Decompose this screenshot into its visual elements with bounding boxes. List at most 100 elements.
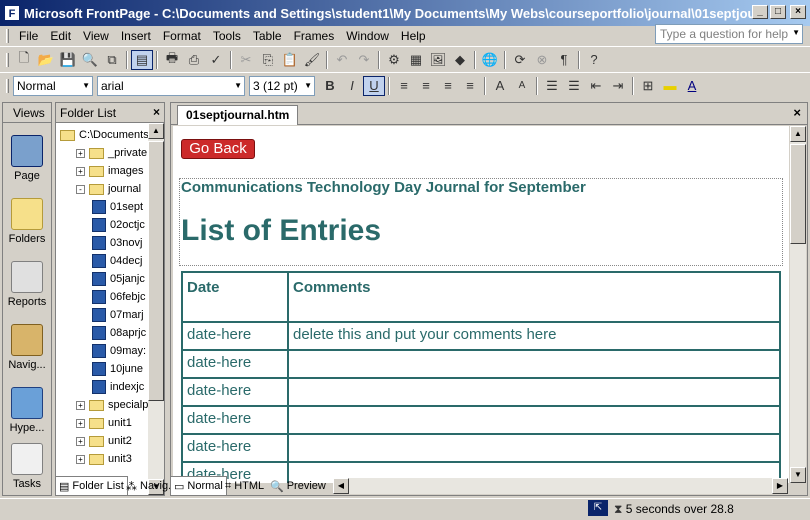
file-item[interactable]: 06febjc [92,288,145,306]
editor-horizontal-scrollbar[interactable]: ◀ ▶ [333,478,788,494]
comment-cell[interactable] [287,377,781,407]
toggle-pane-icon[interactable]: ▤ [131,49,153,70]
preview-tab[interactable]: 🔍 Preview [267,476,329,496]
expand-icon[interactable]: + [76,148,85,158]
file-item[interactable]: 02octjc [92,216,145,234]
expand-icon[interactable]: + [76,418,85,428]
scroll-thumb[interactable] [148,141,164,401]
help-search-input[interactable]: Type a question for help ▼ [655,24,803,44]
file-item[interactable]: 03novj [92,234,142,252]
search-icon[interactable]: 🔍 [79,50,101,70]
font-color-icon[interactable]: A [681,76,703,96]
chevron-down-icon[interactable]: ▼ [304,81,312,90]
redo-icon[interactable]: ↷ [353,50,375,70]
file-item[interactable]: 04decj [92,252,142,270]
html-view-tab[interactable]: ⌗ HTML [222,476,267,496]
scroll-thumb[interactable] [790,144,806,244]
menu-tools[interactable]: Tools [207,29,247,43]
chevron-down-icon[interactable]: ▼ [792,28,800,37]
expand-icon[interactable]: + [76,400,85,410]
menu-view[interactable]: View [77,29,115,43]
folder-item[interactable]: + _private [76,144,147,162]
increase-font-icon[interactable]: A [489,76,511,96]
minimize-button[interactable]: _ [752,5,768,19]
font-select[interactable]: arial ▼ [97,75,245,96]
new-page-icon[interactable]: 🗋 [13,50,35,70]
underline-icon[interactable]: U [363,75,385,96]
folder-item[interactable]: C:\Documents [60,126,149,144]
decrease-font-icon[interactable]: A [511,76,533,96]
menu-help[interactable]: Help [395,29,432,43]
folder-item[interactable]: + specialp [76,396,148,414]
column-header[interactable]: Date [181,271,289,323]
show-all-icon[interactable]: ¶ [553,50,575,70]
hyperlink-icon[interactable]: 🌐 [479,50,501,70]
menu-edit[interactable]: Edit [44,29,77,43]
scroll-down-icon[interactable]: ▼ [790,467,806,483]
refresh-icon[interactable]: ⟳ [509,50,531,70]
copy-icon[interactable]: ⎘ [257,50,279,70]
folder-scrollbar[interactable]: ▲ ▼ [148,123,164,495]
decrease-indent-icon[interactable]: ⇤ [585,76,607,96]
view-navigation-button[interactable]: Navig... [3,312,51,375]
chevron-down-icon[interactable]: ▼ [82,81,90,90]
view-tasks-button[interactable]: Tasks [3,438,51,494]
view-reports-button[interactable]: Reports [3,249,51,312]
file-item[interactable]: 07marj [92,306,144,324]
menu-file[interactable]: File [13,29,44,43]
publish-icon[interactable]: ⧉ [101,50,123,70]
comment-cell[interactable] [287,349,781,379]
highlight-icon[interactable]: ▬ [659,76,681,96]
comment-cell[interactable] [287,433,781,463]
chevron-down-icon[interactable]: ▼ [234,81,242,90]
font-size-select[interactable]: 3 (12 pt) ▼ [249,75,315,96]
go-back-button[interactable]: Go Back [181,139,255,159]
scroll-right-icon[interactable]: ▶ [772,478,788,494]
view-page-button[interactable]: Page [3,123,51,186]
menu-insert[interactable]: Insert [115,29,157,43]
close-icon[interactable]: × [793,105,801,120]
borders-icon[interactable]: ⊞ [637,76,659,96]
web-component-icon[interactable]: ⚙ [383,50,405,70]
insert-picture-icon[interactable]: 🖼 [427,50,449,70]
comment-cell[interactable]: delete this and put your comments here [287,321,781,351]
editor-vertical-scrollbar[interactable]: ▲ ▼ [790,126,806,483]
view-hyperlinks-button[interactable]: Hype... [3,375,51,438]
folder-list-tab[interactable]: ▤ Folder List [55,476,128,496]
date-cell[interactable]: date-here [181,405,289,435]
date-cell[interactable]: date-here [181,349,289,379]
folder-item[interactable]: - journal [76,180,141,198]
menu-window[interactable]: Window [340,29,395,43]
page-canvas[interactable]: Go Back Communications Technology Day Jo… [173,126,789,483]
folder-item[interactable]: + images [76,162,143,180]
expand-icon[interactable]: + [76,166,85,176]
toolbar-grip[interactable] [6,29,9,43]
maximize-button[interactable]: □ [770,5,786,19]
spelling-icon[interactable]: ✓ [205,50,227,70]
file-item[interactable]: 05janjc [92,270,145,288]
align-left-icon[interactable]: ≡ [393,76,415,96]
toolbar-grip[interactable] [6,52,9,67]
close-icon[interactable]: × [153,105,160,119]
drawing-icon[interactable]: ◆ [449,50,471,70]
date-cell[interactable]: date-here [181,433,289,463]
stop-icon[interactable]: ⊗ [531,50,553,70]
comment-cell[interactable] [287,405,781,435]
date-cell[interactable]: date-here [181,321,289,351]
numbering-icon[interactable]: ☰ [541,76,563,96]
italic-icon[interactable]: I [341,76,363,96]
print-icon[interactable]: 🖶 [161,50,183,70]
cut-icon[interactable]: ✂ [235,50,257,70]
normal-view-tab[interactable]: ▭ Normal [170,476,227,496]
format-painter-icon[interactable]: 🖌 [301,50,323,70]
scroll-up-icon[interactable]: ▲ [790,126,806,142]
scroll-up-icon[interactable]: ▲ [148,123,164,139]
document-tab[interactable]: 01septjournal.htm [177,105,299,125]
close-button[interactable]: × [790,5,806,19]
increase-indent-icon[interactable]: ⇥ [607,76,629,96]
file-item[interactable]: 08aprjc [92,324,146,342]
file-item[interactable]: 01sept [92,198,143,216]
view-folders-button[interactable]: Folders [3,186,51,249]
preview-icon[interactable]: ⎙ [183,50,205,70]
align-center-icon[interactable]: ≡ [415,76,437,96]
